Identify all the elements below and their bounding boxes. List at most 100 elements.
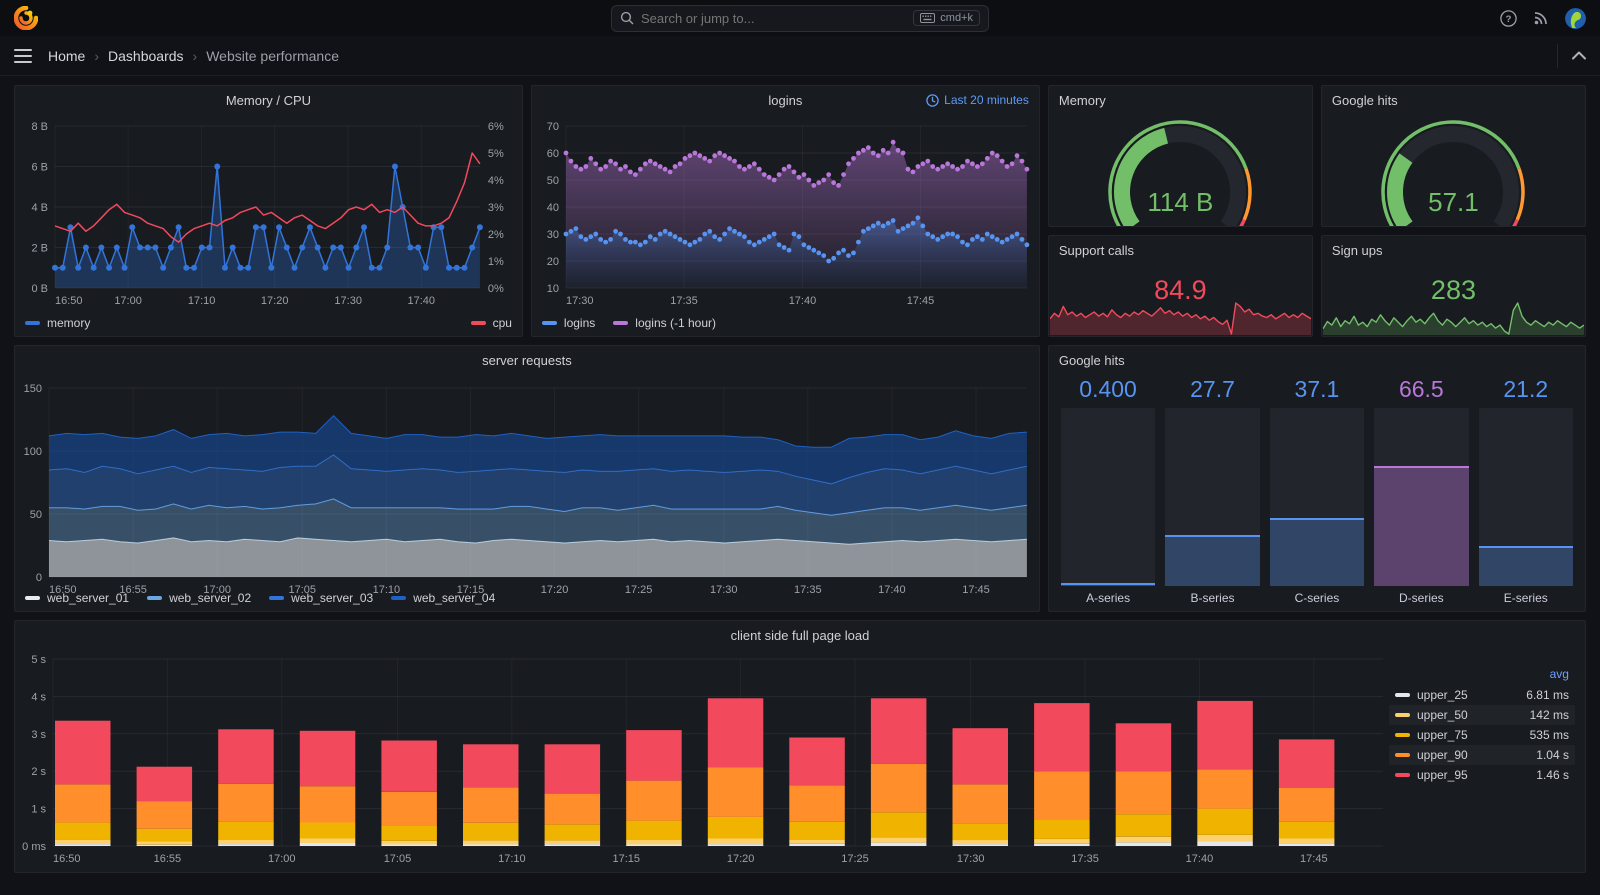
axis-tick: 16:50 (53, 853, 81, 865)
bar-gauge-D-series[interactable]: 66.5 D-series (1374, 376, 1469, 607)
axis-tick: 17:30 (566, 295, 594, 307)
breadcrumb-home[interactable]: Home (48, 48, 85, 64)
legend-item-memory[interactable]: memory (25, 316, 90, 330)
bar-gauge-C-series[interactable]: 37.1 C-series (1269, 376, 1365, 607)
axis-tick: 0 B (31, 283, 48, 295)
panel-client-load: client side full page load 0 ms 1 s 2 s 3 s… (14, 620, 1586, 873)
panel-title-support-calls[interactable]: Support calls (1049, 236, 1312, 264)
bar-gauge-track (1478, 408, 1573, 586)
time-range-label: Last 20 minutes (944, 93, 1029, 107)
axis-tick: 17:25 (625, 584, 653, 596)
legend-swatch (613, 321, 629, 325)
search-input[interactable] (641, 10, 907, 26)
panel-support-calls: Support calls 84.9 (1047, 235, 1313, 337)
axis-tick: 17:40 (878, 584, 906, 596)
bar-gauge-value: 27.7 (1190, 376, 1235, 402)
axis-tick: 4 s (31, 691, 46, 703)
help-icon: ? (1500, 9, 1517, 27)
bar-gauge-A-series[interactable]: 0.400 A-series (1060, 376, 1156, 607)
support-calls-sparkline[interactable] (1049, 299, 1312, 335)
axis-tick: 17:10 (498, 853, 526, 865)
axis-tick: 6% (488, 121, 504, 133)
panel-title-memory[interactable]: Memory (1049, 86, 1312, 114)
axis-tick: 30 (547, 229, 559, 241)
grafana-logo[interactable] (13, 5, 39, 31)
panel-title-memory-cpu[interactable]: Memory / CPU (15, 86, 522, 114)
bar-gauge-fill (1060, 583, 1156, 586)
panel-title-sign-ups[interactable]: Sign ups (1322, 236, 1585, 264)
bar-gauge-track (1165, 408, 1260, 586)
panel-logins: logins Last 20 minutes 10 20 30 40 50 60 70 17:… (530, 85, 1040, 337)
collapse-top-button[interactable] (1572, 51, 1586, 60)
logins-chart[interactable]: 10 20 30 40 50 60 70 17:30 17:35 17:40 17:45 (532, 114, 1039, 314)
axis-tick: 4% (488, 175, 504, 187)
client-load-chart[interactable]: 0 ms 1 s 2 s 3 s 4 s 5 s 16:50 16:55 17:00 17:05 1… (15, 649, 1389, 872)
panel-title-server-requests[interactable]: server requests (15, 346, 1039, 374)
chevron-up-icon (1572, 51, 1586, 60)
search-shortcut-label: cmd+k (940, 12, 973, 24)
legend-swatch (1394, 753, 1410, 757)
legend-item-upper-50[interactable]: upper_50 142 ms (1388, 705, 1575, 725)
rss-icon (1534, 12, 1547, 25)
axis-tick: 3 s (31, 729, 46, 741)
memory-cpu-chart[interactable]: 0 B 2 B 4 B 6 B 8 B 16:50 17:00 17:10 17:20 17:30… (15, 114, 522, 314)
google-hits-bar-gauge[interactable]: 0.400 A-series 27.7 B-series 37.1 C-series 66.… (1049, 374, 1585, 611)
axis-tick: 2 s (31, 766, 46, 778)
help-button[interactable]: ? (1500, 9, 1517, 27)
legend-item-upper-25[interactable]: upper_25 6.81 ms (1389, 685, 1575, 705)
server-requests-chart[interactable]: 0 50 100 150 16:50 16:55 17:00 17:05 17:10 17:15 1… (15, 374, 1039, 596)
legend-item-cpu[interactable]: cpu (470, 316, 512, 330)
panel-time-range[interactable]: Last 20 minutes (926, 86, 1029, 114)
panel-title-google-hits-bars[interactable]: Google hits (1049, 346, 1585, 374)
axis-tick: 17:30 (957, 853, 985, 865)
axis-tick: 17:10 (373, 584, 401, 596)
google-hits-gauge-value: 57.1 (1428, 187, 1479, 217)
legend-item-logins-1hour[interactable]: logins (-1 hour) (613, 316, 716, 330)
user-avatar[interactable] (1565, 7, 1586, 29)
breadcrumb-dashboards[interactable]: Dashboards (108, 48, 184, 64)
axis-tick: 17:20 (261, 295, 289, 307)
panel-memory-gauge: Memory 114 B (1047, 85, 1313, 227)
legend-item-upper-90[interactable]: upper_90 1.04 s (1388, 745, 1575, 765)
legend-item-logins[interactable]: logins (541, 316, 595, 330)
svg-text:?: ? (1506, 14, 1512, 25)
bar-gauge-label: D-series (1399, 591, 1444, 605)
legend-swatch (470, 321, 486, 325)
axis-tick: 0% (488, 283, 504, 295)
axis-tick: 17:45 (962, 584, 990, 596)
news-button[interactable] (1533, 10, 1549, 26)
panel-memory-cpu: Memory / CPU 0 B 2 B 4 B 6 B 8 B 16:50 17:00 17… (14, 85, 523, 337)
top-navigation-bar: cmd+k ? (0, 0, 1600, 36)
axis-tick: 4 B (31, 202, 48, 214)
axis-tick: 17:20 (541, 584, 569, 596)
bar-gauge-B-series[interactable]: 27.7 B-series (1165, 376, 1260, 607)
panel-sign-ups: Sign ups 283 (1320, 235, 1586, 337)
dashboard-grid: Memory / CPU 0 B 2 B 4 B 6 B 8 B 16:50 17:00 17… (0, 76, 1600, 887)
axis-tick: 17:00 (203, 584, 231, 596)
axis-tick: 17:35 (794, 584, 822, 596)
bar-gauge-label: E-series (1503, 591, 1548, 605)
axis-tick: 1 s (31, 804, 46, 816)
axis-tick: 8 B (31, 121, 48, 133)
panel-title-client-load[interactable]: client side full page load (15, 621, 1585, 649)
axis-tick: 3% (488, 202, 504, 214)
axis-tick: 17:35 (670, 295, 698, 307)
bar-gauge-value: 37.1 (1294, 376, 1340, 402)
axis-tick: 17:05 (384, 853, 412, 865)
bar-gauge-label: C-series (1294, 591, 1340, 605)
sign-ups-sparkline[interactable] (1322, 299, 1585, 335)
legend-item-upper-75[interactable]: upper_75 535 ms (1389, 725, 1575, 745)
search-box[interactable]: cmd+k (611, 4, 989, 32)
axis-tick: 16:55 (119, 584, 147, 596)
bar-gauge-fill (1165, 534, 1260, 586)
axis-tick: 17:40 (789, 295, 817, 307)
axis-tick: 0 ms (22, 841, 46, 853)
bar-gauge-E-series[interactable]: 21.2 E-series (1478, 376, 1573, 607)
legend-item-upper-95[interactable]: upper_95 1.46 s (1389, 765, 1575, 785)
menu-toggle-button[interactable] (14, 48, 32, 63)
axis-tick: 10 (547, 283, 559, 295)
bar-gauge-label: B-series (1190, 591, 1235, 605)
panel-title-google-hits[interactable]: Google hits (1322, 86, 1585, 114)
bar-gauge-track (1374, 408, 1469, 586)
search-icon (620, 11, 634, 25)
